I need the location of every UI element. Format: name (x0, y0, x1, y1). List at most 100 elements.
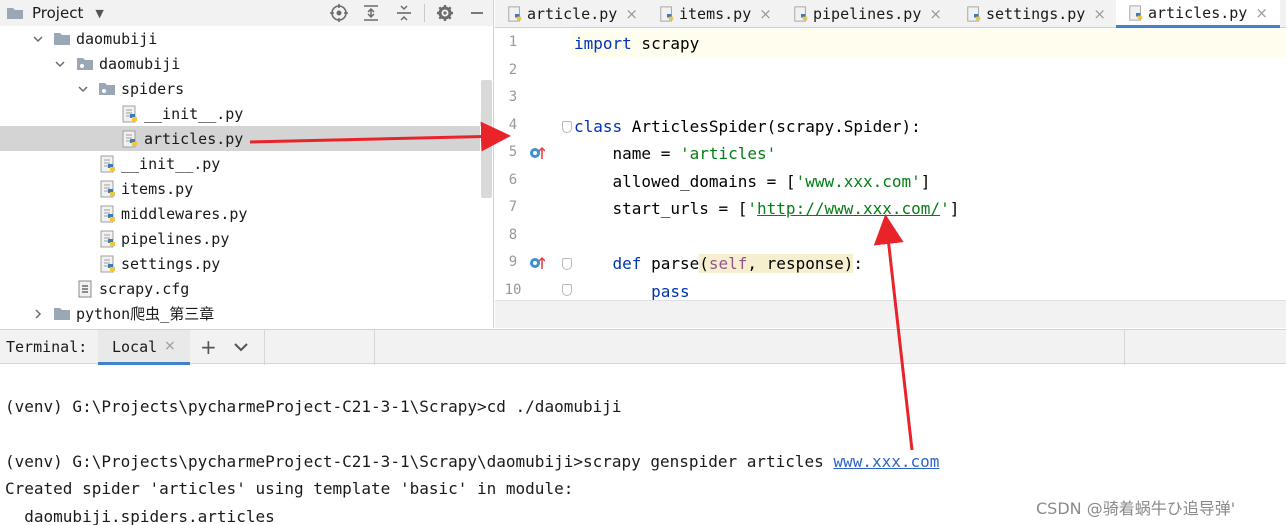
code-line-7[interactable]: start_urls = ['http://www.xxx.com/'] (574, 195, 960, 222)
tab-items-py[interactable]: items.py × (659, 0, 772, 28)
divider (264, 330, 265, 365)
tab-articles-py[interactable]: articles.py × (1116, 0, 1280, 28)
terminal-line-output1: Created spider 'articles' using template… (5, 479, 574, 498)
tab-terminal-local[interactable]: Local × (98, 330, 190, 365)
python-file-icon (100, 205, 115, 222)
gear-icon[interactable] (435, 3, 455, 23)
line-number: 1 (508, 34, 518, 50)
tree-item-pipelines[interactable]: pipelines.py (0, 226, 480, 251)
tree-item-scrapy-cfg[interactable]: scrapy.cfg (0, 276, 480, 301)
close-icon[interactable]: × (1255, 4, 1268, 22)
code-token: , response) (747, 254, 854, 273)
override-method-icon[interactable] (529, 145, 545, 161)
terminal-tab-label: Local (112, 338, 158, 356)
code-line-5[interactable]: name = 'articles' (574, 140, 777, 167)
code-url-link[interactable]: http://www.xxx.com/ (757, 199, 940, 218)
terminal-line-cmd1: (venv) G:\Projects\pycharmeProject-C21-3… (5, 397, 622, 416)
tree-item-label: middlewares.py (121, 204, 248, 223)
terminal-line-cmd2: (venv) G:\Projects\pycharmeProject-C21-3… (5, 452, 939, 472)
tree-item-label: python爬虫_第三章 (76, 305, 215, 323)
tree-item-spiders-init[interactable]: __init__.py (0, 101, 480, 126)
close-icon[interactable]: × (929, 5, 942, 23)
tab-article-py[interactable]: article.py × (507, 0, 638, 28)
python-file-icon (794, 6, 808, 22)
project-view-selector[interactable]: Project ▼ (6, 3, 104, 23)
code-token: 'articles' (679, 144, 777, 163)
line-number: 3 (508, 89, 518, 105)
tree-item-daomubiji-root[interactable]: daomubiji (0, 26, 480, 51)
chevron-down-icon[interactable] (31, 32, 45, 46)
code-line-4[interactable]: class ArticlesSpider(scrapy.Spider): (574, 113, 921, 140)
tree-item-python-chapter3[interactable]: python爬虫_第三章 (0, 301, 480, 326)
python-file-icon (660, 6, 674, 22)
python-file-icon (508, 6, 522, 22)
tab-label: items.py (679, 5, 752, 23)
code-line-9[interactable]: def parse(self, response): (574, 250, 863, 277)
tree-item-settings[interactable]: settings.py (0, 251, 480, 276)
tree-item-label: settings.py (121, 254, 221, 273)
terminal-line-output2: daomubiji.spiders.articles (5, 507, 275, 525)
python-file-icon (122, 105, 137, 122)
project-panel-header: Project ▼ (0, 0, 493, 26)
collapse-all-icon[interactable] (394, 3, 414, 23)
terminal-url-link[interactable]: www.xxx.com (833, 452, 939, 471)
line-number: 10 (504, 282, 522, 298)
tab-label: settings.py (986, 5, 1086, 23)
fold-marker-icon[interactable] (562, 258, 572, 270)
tree-item-articles[interactable]: articles.py (0, 126, 480, 151)
close-icon[interactable]: × (164, 338, 176, 354)
line-number: 6 (508, 172, 518, 188)
python-file-icon (1129, 4, 1143, 21)
chevron-down-icon[interactable] (53, 57, 67, 71)
expand-all-icon[interactable] (361, 3, 381, 23)
divider (374, 330, 375, 365)
code-line-6[interactable]: allowed_domains = ['www.xxx.com'] (574, 168, 931, 195)
tree-item-items[interactable]: items.py (0, 176, 480, 201)
terminal-title: Terminal: (6, 338, 88, 356)
tree-item-label: articles.py (144, 129, 244, 148)
add-terminal-button[interactable]: + (200, 335, 217, 359)
python-file-icon (100, 180, 115, 197)
project-scrollbar[interactable] (481, 80, 492, 198)
chevron-down-icon: ▼ (95, 6, 104, 20)
code-token: parse (641, 254, 700, 273)
tab-label: pipelines.py (813, 5, 922, 23)
code-token: pass (651, 282, 690, 301)
tab-settings-py[interactable]: settings.py × (966, 0, 1106, 28)
fold-marker-icon[interactable] (562, 121, 572, 133)
chevron-down-icon[interactable] (76, 82, 90, 96)
header-divider (424, 4, 425, 22)
fold-marker-icon[interactable] (562, 284, 572, 296)
folder-icon (54, 307, 70, 320)
code-token: start_urls = [ (574, 199, 748, 218)
chevron-down-icon[interactable] (232, 338, 250, 356)
code-token: ] (949, 199, 960, 218)
tree-item-package-init[interactable]: __init__.py (0, 151, 480, 176)
python-file-icon (122, 130, 137, 147)
minimize-icon[interactable] (467, 3, 487, 23)
code-token: class (574, 117, 623, 136)
tab-pipelines-py[interactable]: pipelines.py × (793, 0, 942, 28)
close-icon[interactable]: × (759, 5, 772, 23)
package-folder-icon (99, 82, 115, 95)
python-file-icon (967, 6, 981, 22)
line-number: 4 (508, 117, 518, 133)
tree-item-daomubiji-package[interactable]: daomubiji (0, 51, 480, 76)
locate-file-icon[interactable] (329, 3, 349, 23)
code-token: def (612, 254, 642, 273)
chevron-right-icon[interactable] (31, 307, 45, 321)
line-number: 5 (508, 144, 518, 160)
tree-item-label: __init__.py (144, 104, 244, 123)
tree-item-spiders[interactable]: spiders (0, 76, 480, 101)
close-icon[interactable]: × (1093, 5, 1106, 23)
tree-item-middlewares[interactable]: middlewares.py (0, 201, 480, 226)
code-line-1[interactable]: import scrapy (574, 30, 699, 57)
config-file-icon (78, 280, 92, 297)
tab-label: article.py (527, 5, 618, 23)
close-icon[interactable]: × (625, 5, 638, 23)
terminal-toolbar: Terminal: Local × + (0, 329, 1286, 365)
override-method-icon[interactable] (529, 255, 545, 271)
code-token: scrapy (631, 34, 700, 53)
